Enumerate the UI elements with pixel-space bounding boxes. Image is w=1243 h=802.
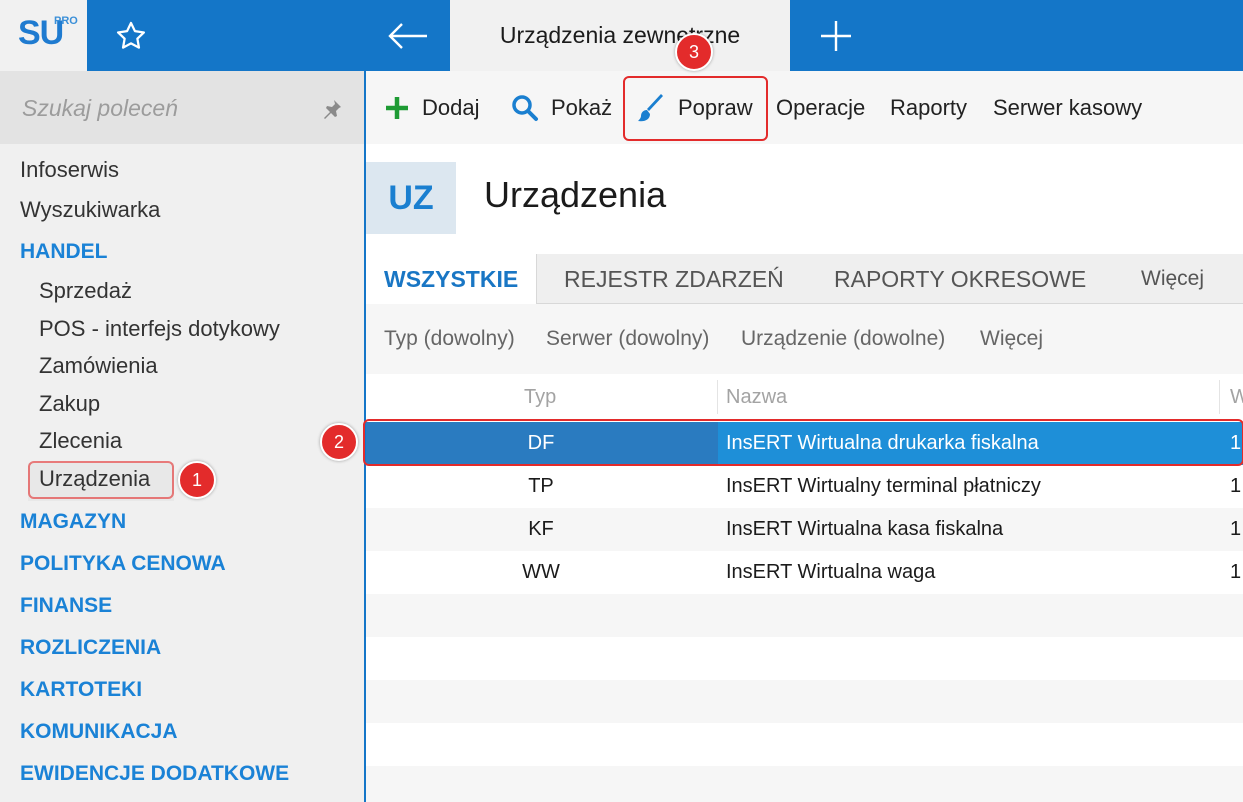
annotation-highlight-popraw xyxy=(623,76,768,141)
add-button[interactable]: Dodaj xyxy=(384,71,479,144)
cell-typ: TP xyxy=(528,475,554,497)
tab-more[interactable]: Więcej xyxy=(1141,254,1204,304)
column-header-typ[interactable]: Typ xyxy=(524,374,556,420)
cash-server-menu[interactable]: Serwer kasowy xyxy=(993,71,1142,144)
tab-raporty-okresowe[interactable]: RAPORTY OKRESOWE xyxy=(834,254,1086,304)
pin-icon[interactable] xyxy=(320,97,344,121)
sidebar-section-polityka-cenowa[interactable]: POLITYKA CENOWA xyxy=(20,552,226,576)
sidebar-section-rozliczenia[interactable]: ROZLICZENIA xyxy=(20,636,161,660)
sidebar-item-sprzedaz[interactable]: Sprzedaż xyxy=(39,278,132,304)
sidebar-section-komunikacja[interactable]: KOMUNIKACJA xyxy=(20,720,178,744)
empty-row xyxy=(366,766,1243,802)
filter-bar: Typ (dowolny) Serwer (dowolny) Urządzeni… xyxy=(366,304,1243,374)
table-row[interactable]: KF InsERT Wirtualna kasa fiskalna 1 xyxy=(366,508,1243,551)
sidebar-item-infoserwis[interactable]: Infoserwis xyxy=(20,157,119,183)
column-divider xyxy=(717,380,718,414)
cell-nazwa: InsERT Wirtualna waga xyxy=(726,561,936,583)
column-header-w[interactable]: W xyxy=(1230,374,1243,420)
search-input[interactable] xyxy=(22,91,312,125)
favorites-button[interactable] xyxy=(87,0,174,71)
app-logo[interactable]: SU PRO xyxy=(0,0,87,71)
sidebar-section-finanse[interactable]: FINANSE xyxy=(20,594,112,618)
logo-pro-label: PRO xyxy=(54,15,78,27)
cell-nazwa: InsERT Wirtualna kasa fiskalna xyxy=(726,518,1004,540)
annotation-marker-3: 3 xyxy=(675,33,713,71)
empty-row xyxy=(366,680,1243,723)
command-search xyxy=(0,71,364,144)
cell-w: 1 xyxy=(1230,475,1242,497)
annotation-marker-2: 2 xyxy=(320,423,358,461)
back-arrow-icon xyxy=(388,22,427,49)
column-header-nazwa[interactable]: Nazwa xyxy=(726,374,787,420)
cell-w: 1 xyxy=(1230,518,1242,540)
plus-icon xyxy=(386,96,408,119)
annotation-marker-1: 1 xyxy=(178,461,216,499)
search-icon xyxy=(512,94,538,121)
show-button-label: Pokaż xyxy=(551,94,613,120)
back-button[interactable] xyxy=(366,0,450,71)
empty-row xyxy=(366,594,1243,637)
cell-typ: WW xyxy=(522,561,560,583)
reports-menu[interactable]: Raporty xyxy=(890,71,967,144)
view-tabs: WSZYSTKIE REJESTR ZDARZEŃ RAPORTY OKRESO… xyxy=(366,254,1243,305)
page-title: Urządzenia xyxy=(484,174,667,215)
toolbar: Dodaj Pokaż Popraw Operacje Raporty Serw… xyxy=(366,71,1243,144)
module-badge: UZ xyxy=(366,162,456,234)
tab-rejestr-zdarzen[interactable]: REJESTR ZDARZEŃ xyxy=(564,254,784,304)
tab-wszystkie[interactable]: WSZYSTKIE xyxy=(366,254,538,305)
show-button[interactable]: Pokaż xyxy=(511,71,612,144)
column-divider xyxy=(1219,380,1220,414)
new-tab-button[interactable] xyxy=(790,0,882,71)
empty-row xyxy=(366,637,1243,680)
sidebar-section-kartoteki[interactable]: KARTOTEKI xyxy=(20,678,142,702)
cell-w: 1 xyxy=(1230,561,1242,583)
top-bar: SU PRO Urządzenia zewnętrzne xyxy=(0,0,1243,71)
star-icon xyxy=(116,21,145,49)
filter-typ[interactable]: Typ (dowolny) xyxy=(384,304,515,374)
operations-menu[interactable]: Operacje xyxy=(776,71,865,144)
table-row[interactable]: TP InsERT Wirtualny terminal płatniczy 1 xyxy=(366,465,1243,508)
sidebar-section-handel[interactable]: HANDEL xyxy=(20,240,108,264)
sidebar-item-zakup[interactable]: Zakup xyxy=(39,391,100,417)
table-row[interactable]: WW InsERT Wirtualna waga 1 xyxy=(366,551,1243,594)
sidebar-item-wyszukiwarka[interactable]: Wyszukiwarka xyxy=(20,197,160,223)
filter-serwer[interactable]: Serwer (dowolny) xyxy=(546,304,709,374)
sidebar: Infoserwis Wyszukiwarka HANDEL Sprzedaż … xyxy=(0,71,366,802)
cell-nazwa: InsERT Wirtualny terminal płatniczy xyxy=(726,475,1041,497)
sidebar-section-magazyn[interactable]: MAGAZYN xyxy=(20,510,126,534)
annotation-highlight-urzadzenia xyxy=(28,461,174,499)
filter-urzadzenie[interactable]: Urządzenie (dowolne) xyxy=(741,304,945,374)
cell-typ: DF xyxy=(527,432,555,454)
annotation-highlight-row xyxy=(363,419,1243,466)
plus-icon xyxy=(821,20,851,51)
sidebar-item-zlecenia[interactable]: Zlecenia xyxy=(39,428,122,454)
sidebar-section-ewidencje-dodatkowe[interactable]: EWIDENCJE DODATKOWE xyxy=(20,762,289,786)
empty-row xyxy=(366,723,1243,766)
add-button-label: Dodaj xyxy=(422,94,480,120)
cell-typ: KF xyxy=(528,518,554,540)
sidebar-item-pos[interactable]: POS - interfejs dotykowy xyxy=(39,316,280,342)
filter-more[interactable]: Więcej xyxy=(980,304,1043,374)
sidebar-item-zamowienia[interactable]: Zamówienia xyxy=(39,353,158,379)
tab-urzadzenia-zewnetrzne[interactable]: Urządzenia zewnętrzne xyxy=(450,0,790,71)
